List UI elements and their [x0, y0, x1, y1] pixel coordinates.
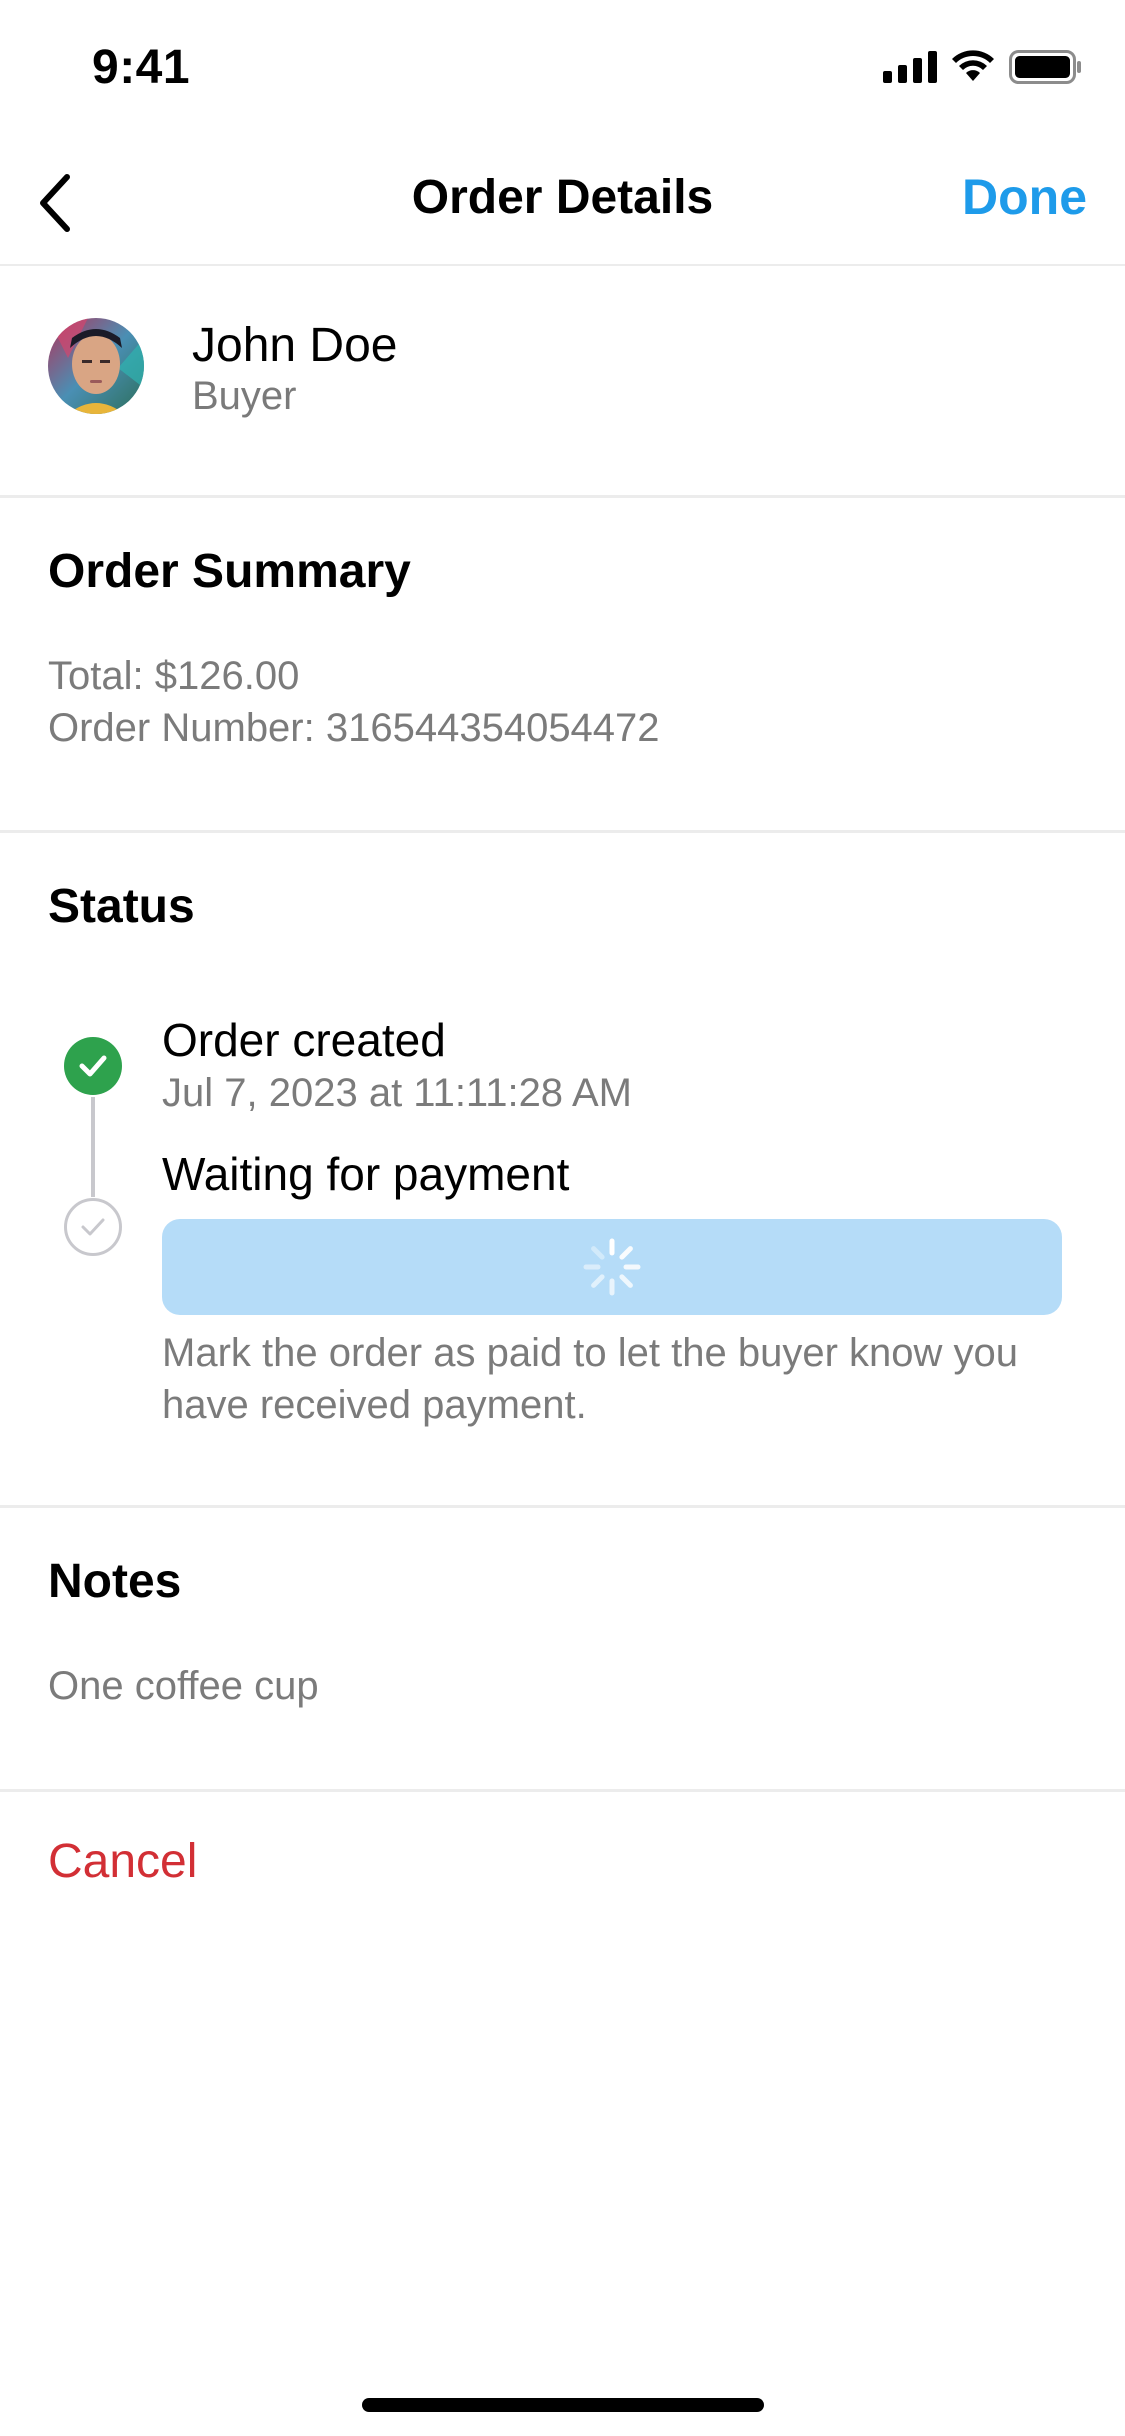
buyer-role: Buyer — [192, 374, 297, 418]
page-title: Order Details — [411, 171, 714, 224]
done-button[interactable]: Done — [962, 168, 1087, 226]
cancel-order-button[interactable]: Cancel — [48, 1834, 197, 1889]
buyer-name: John Doe — [192, 319, 398, 372]
notes-text: One coffee cup — [48, 1664, 319, 1708]
order-total: Total: $126.00 — [48, 654, 300, 698]
order-number: Order Number: 316544354054472 — [48, 706, 660, 750]
timeline-connector — [91, 1097, 95, 1197]
status-icons — [883, 50, 1083, 84]
step-pending-icon — [64, 1198, 122, 1256]
cellular-signal-icon — [883, 51, 937, 83]
battery-icon — [1009, 50, 1081, 84]
order-summary-section: Order Summary Total: $126.00 Order Numbe… — [0, 500, 1125, 833]
checkmark-icon — [79, 1055, 107, 1077]
notes-section: Notes One coffee cup — [0, 1510, 1125, 1792]
mark-as-paid-button[interactable] — [162, 1219, 1062, 1315]
order-summary-title: Order Summary — [48, 545, 411, 598]
step-completed-icon — [64, 1037, 122, 1095]
step-label: Waiting for payment — [162, 1148, 570, 1200]
navigation-bar: Order Details Done — [0, 140, 1125, 266]
status-section: Status Order created Jul 7, 2023 at 11:1… — [0, 835, 1125, 1508]
status-time: 9:41 — [92, 41, 191, 94]
step-timestamp: Jul 7, 2023 at 11:11:28 AM — [162, 1071, 632, 1115]
status-help-text: Mark the order as paid to let the buyer … — [162, 1331, 1019, 1427]
avatar[interactable] — [48, 318, 144, 414]
notes-title: Notes — [48, 1555, 182, 1608]
order-details-screen: 9:41 Order Details Done John Doe Buyer O… — [0, 0, 1125, 2436]
home-indicator[interactable] — [362, 2398, 764, 2412]
step-label: Order created — [162, 1014, 446, 1066]
wifi-icon — [952, 50, 994, 81]
status-title: Status — [48, 880, 195, 933]
status-bar: 9:41 — [0, 0, 1125, 140]
loading-spinner-icon — [583, 1238, 641, 1296]
buyer-section: John Doe Buyer — [0, 268, 1125, 498]
checkmark-icon — [81, 1218, 105, 1236]
